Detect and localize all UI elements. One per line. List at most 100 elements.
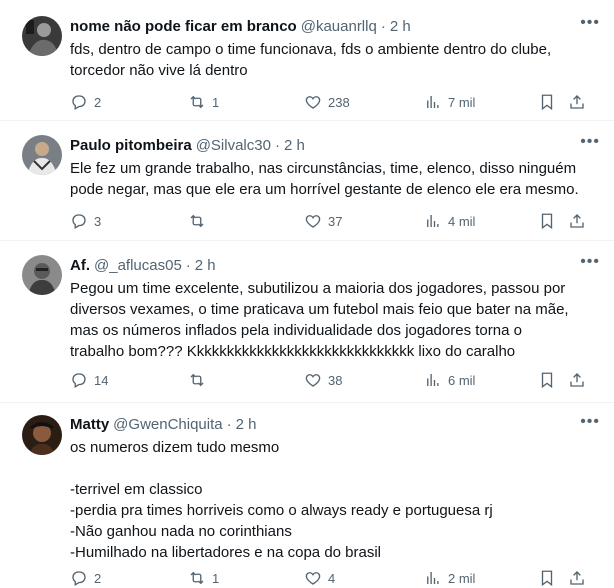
like-button[interactable]: 238	[304, 93, 350, 111]
display-name[interactable]: Af.	[70, 256, 90, 276]
more-options-icon[interactable]: •••	[580, 253, 600, 271]
retweet-count: 1	[212, 94, 220, 110]
user-handle[interactable]: @Silvalc30	[196, 136, 271, 156]
separator-dot: ·	[226, 416, 232, 433]
reply-button[interactable]: 2	[70, 93, 101, 111]
share-button[interactable]	[568, 569, 586, 587]
heart-icon	[305, 572, 321, 585]
retweet-button[interactable]	[188, 212, 212, 230]
tweet-text: Pegou um time excelente, subutilizou a m…	[70, 280, 569, 360]
retweet-button[interactable]: 1	[188, 93, 219, 111]
share-icon	[570, 571, 584, 585]
analytics-icon	[427, 572, 439, 584]
like-count: 4	[328, 570, 336, 586]
separator-dot: ·	[185, 257, 191, 274]
reply-icon	[72, 95, 86, 110]
reply-count: 3	[94, 213, 102, 229]
view-count: 6 mil	[448, 372, 476, 388]
reply-button[interactable]: 2	[70, 569, 101, 587]
like-button[interactable]: 38	[304, 371, 342, 389]
action-bar: 14 38 6 mil	[70, 370, 600, 390]
reply-icon	[72, 214, 86, 229]
views-button[interactable]: 2 mil	[424, 569, 475, 587]
heart-icon	[305, 374, 321, 387]
views-button[interactable]: 6 mil	[424, 371, 475, 389]
like-button[interactable]: 4	[304, 569, 335, 587]
reply-icon	[72, 373, 86, 388]
retweet-count: 1	[212, 570, 220, 586]
like-count: 37	[328, 213, 343, 229]
more-options-icon[interactable]: •••	[580, 14, 600, 32]
tweet[interactable]: Paulo pitombeira @Silvalc30 · 2 h Ele fe…	[0, 121, 614, 241]
avatar[interactable]	[22, 255, 62, 295]
share-icon	[570, 373, 584, 387]
avatar[interactable]	[22, 415, 62, 455]
reply-count: 14	[94, 372, 109, 388]
share-icon	[570, 214, 584, 228]
more-options-icon[interactable]: •••	[580, 133, 600, 151]
tweet-header: Paulo pitombeira @Silvalc30 · 2 h	[70, 136, 600, 156]
reply-icon	[72, 571, 86, 586]
separator-dot: ·	[274, 137, 280, 154]
bookmark-button[interactable]	[538, 569, 556, 587]
like-button[interactable]: 37	[304, 212, 342, 230]
share-button[interactable]	[568, 212, 586, 230]
reply-count: 2	[94, 94, 102, 110]
display-name[interactable]: nome não pode ficar em branco	[70, 17, 297, 37]
timestamp[interactable]: 2 h	[195, 256, 216, 276]
tweet[interactable]: Af. @_aflucas05 · 2 h Pegou um time exce…	[0, 241, 614, 403]
timestamp[interactable]: 2 h	[390, 17, 411, 37]
reply-button[interactable]: 14	[70, 371, 108, 389]
action-bar: 3 37 4 mil	[70, 211, 600, 231]
tweet-header: Af. @_aflucas05 · 2 h	[70, 256, 600, 276]
bookmark-icon	[541, 372, 553, 389]
bookmark-button[interactable]	[538, 212, 556, 230]
bookmark-button[interactable]	[538, 371, 556, 389]
action-bar: 2 1 238 7 mil	[70, 92, 600, 112]
retweet-icon	[190, 571, 204, 585]
tweet-header: Matty @GwenChiquita · 2 h	[70, 415, 600, 435]
user-handle[interactable]: @GwenChiquita	[113, 415, 222, 435]
retweet-icon	[190, 373, 204, 387]
separator-dot: ·	[380, 18, 386, 35]
bookmark-icon	[541, 213, 553, 230]
retweet-button[interactable]: 1	[188, 569, 219, 587]
timestamp[interactable]: 2 h	[236, 415, 257, 435]
views-button[interactable]: 7 mil	[424, 93, 475, 111]
tweet-text: fds, dentro de campo o time funcionava, …	[70, 41, 552, 79]
action-bar: 2 1 4 2 mil	[70, 568, 600, 588]
reply-button[interactable]: 3	[70, 212, 101, 230]
view-count: 4 mil	[448, 213, 476, 229]
tweet[interactable]: Matty @GwenChiquita · 2 h os numeros diz…	[0, 403, 614, 587]
view-count: 7 mil	[448, 94, 476, 110]
tweet-text: os numeros dizem tudo mesmo -terrivel em…	[70, 439, 493, 561]
reply-feed: nome não pode ficar em branco @kauanrllq…	[0, 0, 614, 587]
bookmark-button[interactable]	[538, 93, 556, 111]
heart-icon	[305, 96, 321, 109]
analytics-icon	[427, 374, 439, 386]
retweet-button[interactable]	[188, 371, 212, 389]
views-button[interactable]: 4 mil	[424, 212, 475, 230]
heart-icon	[305, 215, 321, 228]
share-button[interactable]	[568, 371, 586, 389]
display-name[interactable]: Matty	[70, 415, 109, 435]
tweet-header: nome não pode ficar em branco @kauanrllq…	[70, 17, 600, 37]
avatar[interactable]	[22, 135, 62, 175]
bookmark-icon	[541, 570, 553, 587]
share-button[interactable]	[568, 93, 586, 111]
avatar[interactable]	[22, 16, 62, 56]
timestamp[interactable]: 2 h	[284, 136, 305, 156]
user-handle[interactable]: @_aflucas05	[94, 256, 182, 276]
analytics-icon	[427, 215, 439, 227]
analytics-icon	[427, 96, 439, 108]
like-count: 38	[328, 372, 343, 388]
display-name[interactable]: Paulo pitombeira	[70, 136, 192, 156]
retweet-icon	[190, 95, 204, 109]
reply-count: 2	[94, 570, 102, 586]
like-count: 238	[328, 94, 350, 110]
user-handle[interactable]: @kauanrllq	[301, 17, 377, 37]
share-icon	[570, 95, 584, 109]
more-options-icon[interactable]: •••	[580, 413, 600, 431]
tweet[interactable]: nome não pode ficar em branco @kauanrllq…	[0, 0, 614, 121]
view-count: 2 mil	[448, 570, 476, 586]
